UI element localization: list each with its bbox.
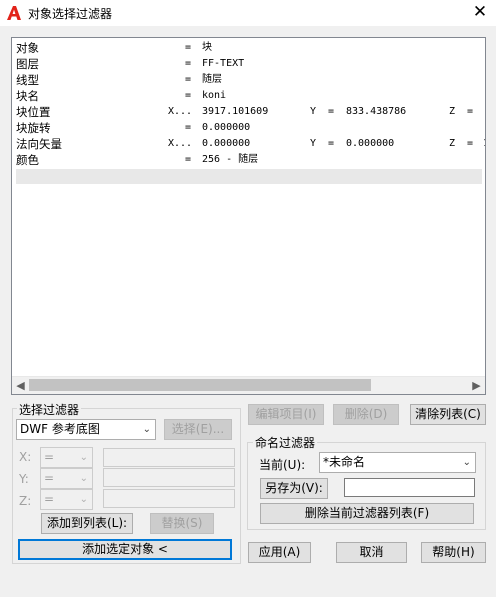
list-cell-value: 0.000000 [202, 138, 251, 149]
y-label: Y: [19, 472, 29, 486]
list-item[interactable]: 颜色 = 256 - 随层 [16, 152, 485, 168]
replace-button[interactable]: 替换(S) [150, 513, 214, 534]
list-cell-eq: = [185, 122, 192, 133]
list-cell-x: X... [168, 106, 193, 117]
chevron-down-icon: ⌄ [79, 473, 88, 484]
x-operator-dropdown[interactable]: = ⌄ [40, 447, 93, 468]
list-item[interactable]: 线型 = 随层 [16, 72, 485, 88]
add-selected-object-button[interactable]: 添加选定对象 < [18, 539, 232, 560]
x-operator-value: = [44, 450, 55, 464]
list-cell-eq: = [185, 74, 192, 85]
list-cell-name: 块旋转 [16, 121, 51, 135]
autocad-logo-icon [6, 5, 22, 21]
list-cell-value: 3917.101609 [202, 106, 269, 117]
list-cell-eq: = [185, 90, 192, 101]
x-value-field[interactable] [103, 448, 235, 467]
delete-button[interactable]: 删除(D) [333, 404, 399, 425]
list-cell-name: 块名 [16, 89, 39, 103]
y-value-field[interactable] [103, 468, 235, 487]
list-cell-z-eq: = [467, 138, 474, 149]
list-cell-y-eq: = [328, 138, 335, 149]
list-item[interactable]: 块名 = koni [16, 88, 485, 104]
edit-item-button[interactable]: 编辑项目(I) [248, 404, 324, 425]
named-filters-label: 命名过滤器 [253, 434, 318, 451]
y-operator-value: = [44, 471, 55, 485]
list-empty-selected-row[interactable] [16, 169, 482, 184]
z-label: Z: [19, 494, 32, 508]
help-button[interactable]: 帮助(H) [421, 542, 486, 563]
list-item[interactable]: 法向矢量 X... 0.000000 Y = 0.000000 Z = 1.000 [16, 136, 485, 152]
z-operator-dropdown[interactable]: = ⌄ [40, 489, 93, 510]
save-as-name-field[interactable] [344, 478, 475, 497]
list-cell-z-value: 1.000 [483, 136, 485, 152]
select-button[interactable]: 选择(E)... [164, 419, 232, 440]
current-filter-label: 当前(U): [259, 458, 306, 472]
list-item[interactable]: 对象 = 块 [16, 40, 485, 56]
y-operator-dropdown[interactable]: = ⌄ [40, 468, 93, 489]
horizontal-scrollbar[interactable]: ◀ ▶ [12, 376, 485, 394]
list-cell-value: 块 [202, 42, 212, 53]
z-value-field[interactable] [103, 489, 235, 508]
select-filter-label: 选择过滤器 [17, 401, 82, 418]
scrollbar-thumb[interactable] [29, 379, 371, 391]
scroll-left-icon[interactable]: ◀ [12, 377, 29, 394]
list-cell-x: X... [168, 138, 193, 149]
list-cell-name: 线型 [16, 73, 39, 87]
list-cell-z-eq: = [467, 106, 474, 117]
list-cell-name: 块位置 [16, 105, 51, 119]
chevron-down-icon: ⌄ [462, 457, 471, 468]
save-as-button[interactable]: 另存为(V): [260, 478, 328, 499]
add-to-list-button[interactable]: 添加到列表(L): [41, 513, 133, 534]
list-item[interactable]: 图层 = FF-TEXT [16, 56, 485, 72]
apply-button[interactable]: 应用(A) [248, 542, 311, 563]
list-cell-y-value: 833.438786 [346, 106, 407, 117]
list-cell-name: 对象 [16, 41, 39, 55]
list-cell-value: 0.000000 [202, 122, 251, 133]
list-cell-y-label: Y [310, 138, 317, 149]
list-cell-value: 256 - 随层 [202, 154, 259, 165]
list-cell-name: 图层 [16, 57, 39, 71]
filter-list[interactable]: 对象 = 块图层 = FF-TEXT 线型 = 随层块名 = koni 块位置 X... 3917.10… [11, 37, 486, 395]
scroll-right-icon[interactable]: ▶ [468, 377, 485, 394]
chevron-down-icon: ⌄ [79, 452, 88, 463]
list-cell-y-value: 0.000000 [346, 138, 395, 149]
list-item[interactable]: 块旋转 = 0.000000 [16, 120, 485, 136]
list-cell-z-label: Z [449, 138, 456, 149]
close-icon[interactable]: ✕ [468, 1, 492, 23]
object-type-dropdown[interactable]: DWF 参考底图 ⌄ [16, 419, 156, 440]
z-operator-value: = [44, 492, 55, 506]
list-cell-name: 法向矢量 [16, 137, 62, 151]
object-type-value: DWF 参考底图 [20, 422, 100, 436]
list-cell-name: 颜色 [16, 153, 39, 167]
list-cell-eq: = [185, 42, 192, 53]
list-cell-eq: = [185, 58, 192, 69]
cancel-button[interactable]: 取消 [336, 542, 407, 563]
current-filter-dropdown[interactable]: *未命名 ⌄ [319, 452, 476, 473]
delete-current-filter-list-button[interactable]: 删除当前过滤器列表(F) [260, 503, 474, 524]
list-cell-value: koni [202, 90, 227, 101]
chevron-down-icon: ⌄ [79, 494, 88, 505]
list-cell-eq: = [185, 154, 192, 165]
list-cell-z-label: Z [449, 106, 456, 117]
chevron-down-icon: ⌄ [142, 424, 151, 435]
list-cell-y-eq: = [328, 106, 335, 117]
list-cell-y-label: Y [310, 106, 317, 117]
window-title: 对象选择过滤器 [28, 7, 113, 21]
list-cell-value: FF-TEXT [202, 58, 245, 69]
list-item[interactable]: 块位置 X... 3917.101609 Y = 833.438786 Z = [16, 104, 485, 120]
clear-list-button[interactable]: 清除列表(C) [410, 404, 486, 425]
current-filter-value: *未命名 [323, 455, 366, 469]
list-cell-value: 随层 [202, 74, 222, 85]
x-label: X: [19, 450, 32, 464]
